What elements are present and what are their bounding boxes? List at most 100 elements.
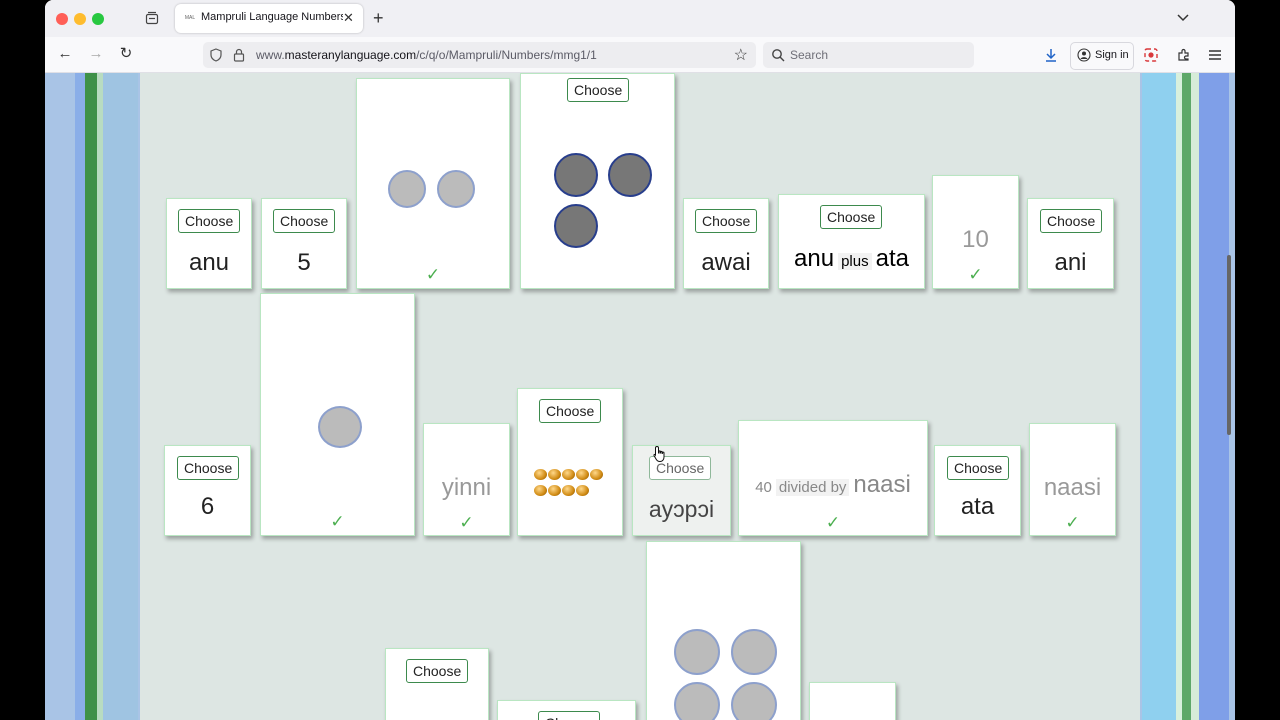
back-arrow-icon[interactable]: ← xyxy=(56,45,74,63)
choose-button[interactable]: Choose xyxy=(539,399,602,423)
light-dot xyxy=(731,629,777,675)
word-card[interactable]: yinni ✓ xyxy=(423,423,510,536)
decorative-stripe xyxy=(75,73,85,720)
tab-strip: MAL Mampruli Language Numbers M ✕ + xyxy=(45,0,1235,37)
decorative-stripe xyxy=(1191,73,1199,720)
page-content: Choose anu Choose 5 ✓ Choose Choose awai… xyxy=(45,73,1235,720)
decorative-stripe xyxy=(1199,73,1229,720)
card-number: 10 xyxy=(962,226,989,253)
decorative-stripe xyxy=(103,73,138,720)
card-word: ani xyxy=(1054,249,1087,276)
new-tab-icon[interactable]: + xyxy=(373,8,384,28)
bead-icon xyxy=(576,485,589,496)
screenshot-icon[interactable] xyxy=(1143,47,1159,63)
downloads-icon[interactable] xyxy=(1043,47,1059,63)
choose-button[interactable]: Choose xyxy=(1040,209,1103,233)
card-word: awai xyxy=(701,249,751,276)
choose-button[interactable]: Choose xyxy=(567,78,630,102)
expression-card[interactable]: 40 divided by naasi ✓ xyxy=(738,420,928,536)
expression-operand: naasi xyxy=(853,471,911,498)
bead-icon xyxy=(562,469,575,480)
check-mark-icon: ✓ xyxy=(425,265,441,284)
forward-arrow-icon[interactable]: → xyxy=(87,45,105,63)
url-path: /c/q/o/Mampruli/Numbers/mmg1/1 xyxy=(416,48,597,62)
chevron-down-icon[interactable] xyxy=(1175,10,1191,26)
address-bar[interactable]: www.masteranylanguage.com/c/q/o/Mampruli… xyxy=(203,42,756,68)
beads-card[interactable]: Choose xyxy=(517,388,623,536)
search-icon xyxy=(772,49,785,62)
light-dot xyxy=(674,629,720,675)
lock-icon[interactable] xyxy=(233,48,245,62)
choose-button[interactable]: Choose xyxy=(947,456,1010,480)
expression-operand: anu xyxy=(794,245,835,272)
shield-icon[interactable] xyxy=(209,48,223,62)
tab-overview-icon[interactable] xyxy=(145,11,159,25)
check-mark-icon: ✓ xyxy=(825,513,841,532)
reload-icon[interactable]: ↻ xyxy=(117,45,135,63)
bead-icon xyxy=(590,469,603,480)
url-prefix: www. xyxy=(256,48,285,62)
bead-icon xyxy=(534,485,547,496)
word-card[interactable]: naasi ✓ xyxy=(1029,423,1116,536)
card-word: naasi xyxy=(1043,474,1102,501)
word-card-hovered[interactable]: Choose ayɔpɔi xyxy=(632,445,731,536)
dots-card[interactable]: ✓ xyxy=(260,293,415,536)
dots-card[interactable]: Choose xyxy=(520,73,675,289)
sign-in-button[interactable]: Sign in xyxy=(1070,42,1134,70)
bead-icon xyxy=(576,469,589,480)
account-icon xyxy=(1077,48,1091,62)
card-partial[interactable]: Choose xyxy=(385,648,489,720)
card-partial[interactable] xyxy=(809,682,896,720)
bookmark-star-icon[interactable]: ☆ xyxy=(734,45,748,65)
light-dot xyxy=(731,682,777,720)
minimize-window-button[interactable] xyxy=(74,13,86,25)
expression-operand: ata xyxy=(875,245,909,272)
dark-dot xyxy=(608,153,652,197)
expression-operand: 40 xyxy=(755,479,772,496)
number-card[interactable]: Choose 5 xyxy=(261,198,347,289)
choose-button[interactable]: Choose xyxy=(695,209,758,233)
choose-button[interactable]: Choose xyxy=(273,209,336,233)
card-number: 5 xyxy=(297,249,311,276)
hand-cursor-icon xyxy=(653,445,665,463)
zoom-window-button[interactable] xyxy=(92,13,104,25)
close-window-button[interactable] xyxy=(56,13,68,25)
choose-button[interactable]: Choose xyxy=(820,205,883,229)
card-expression: anu plus ata xyxy=(779,245,924,273)
number-card[interactable]: Choose 6 xyxy=(164,445,251,536)
decorative-stripe xyxy=(1142,73,1176,720)
light-dot xyxy=(388,170,426,208)
choose-button[interactable]: Choose xyxy=(406,659,469,683)
search-input[interactable]: Search xyxy=(763,42,974,68)
card-partial[interactable]: Choose xyxy=(497,700,636,720)
extensions-icon[interactable] xyxy=(1176,47,1192,63)
dark-dot xyxy=(554,204,598,248)
light-dot xyxy=(318,406,362,448)
game-board: Choose anu Choose 5 ✓ Choose Choose awai… xyxy=(140,73,1140,720)
word-card[interactable]: Choose anu xyxy=(166,198,252,289)
check-mark-icon: ✓ xyxy=(459,513,474,532)
card-word: ayɔpɔi xyxy=(648,496,715,522)
word-card[interactable]: Choose ata xyxy=(934,445,1021,536)
dots-card[interactable] xyxy=(646,541,801,720)
url-text[interactable]: www.masteranylanguage.com/c/q/o/Mampruli… xyxy=(256,48,597,62)
check-mark-icon: ✓ xyxy=(330,512,345,531)
hamburger-menu-icon[interactable] xyxy=(1207,47,1223,63)
choose-button[interactable]: Choose xyxy=(538,711,601,720)
close-tab-icon[interactable]: ✕ xyxy=(343,10,354,26)
choose-button[interactable]: Choose xyxy=(177,456,240,480)
word-card[interactable]: Choose ani xyxy=(1027,198,1114,289)
expression-operator: divided by xyxy=(775,479,850,496)
card-word: anu xyxy=(188,249,230,276)
choose-button[interactable]: Choose xyxy=(178,209,241,233)
dots-card[interactable]: ✓ xyxy=(356,78,510,289)
card-number: 6 xyxy=(200,493,215,520)
active-tab[interactable]: MAL Mampruli Language Numbers M ✕ xyxy=(175,4,363,33)
number-card[interactable]: 10 ✓ xyxy=(932,175,1019,289)
scrollbar-thumb[interactable] xyxy=(1227,255,1231,435)
word-card[interactable]: Choose awai xyxy=(683,198,769,289)
browser-window: MAL Mampruli Language Numbers M ✕ + ← → … xyxy=(45,0,1235,720)
light-dot xyxy=(437,170,475,208)
decorative-stripe xyxy=(85,73,97,720)
expression-card[interactable]: Choose anu plus ata xyxy=(778,194,925,289)
